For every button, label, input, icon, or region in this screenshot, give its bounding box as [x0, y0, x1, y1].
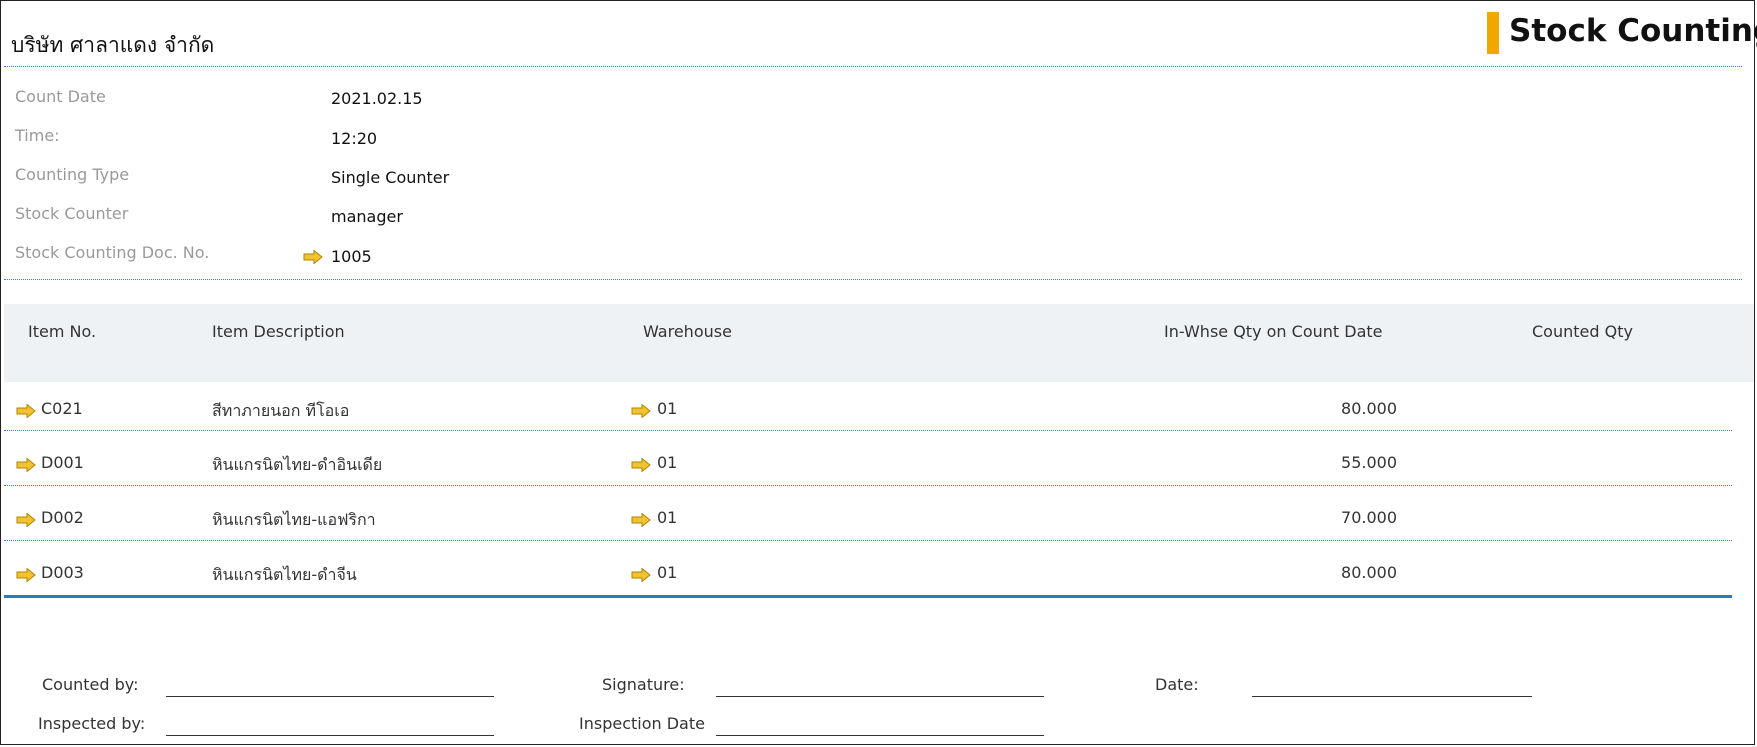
column-header-item-description: Item Description — [212, 322, 345, 341]
row-divider — [4, 430, 1732, 431]
stock-counter-value: manager — [331, 207, 403, 226]
counting-type-value: Single Counter — [331, 168, 450, 187]
inspected-by-label: Inspected by: — [38, 714, 146, 733]
column-header-in-whse-qty: In-Whse Qty on Count Date — [1164, 322, 1383, 341]
time-label: Time: — [15, 126, 60, 145]
warehouse[interactable]: 01 — [657, 453, 677, 472]
warehouse[interactable]: 01 — [657, 563, 677, 582]
row-divider — [4, 485, 1732, 486]
signature-line[interactable] — [716, 696, 1044, 697]
count-date-label: Count Date — [15, 87, 106, 106]
item-description: หินแกรนิตไทย-แอฟริกา — [212, 510, 376, 529]
count-date-value: 2021.02.15 — [331, 89, 423, 108]
doc-no-value[interactable]: 1005 — [331, 247, 372, 266]
in-whse-qty: 80.000 — [1341, 399, 1397, 418]
date-line[interactable] — [1252, 696, 1532, 697]
time-value: 12:20 — [331, 129, 378, 148]
company-name: บริษัท ศาลาแดง จำกัด — [11, 33, 215, 57]
link-arrow-icon[interactable] — [303, 250, 323, 264]
in-whse-qty: 55.000 — [1341, 453, 1397, 472]
counted-by-line[interactable] — [166, 696, 494, 697]
counting-type-label: Counting Type — [15, 165, 130, 184]
item-no[interactable]: D002 — [41, 508, 84, 527]
in-whse-qty: 80.000 — [1341, 563, 1397, 582]
column-header-item-no: Item No. — [28, 322, 97, 341]
table-bottom-rule — [4, 595, 1732, 598]
stock-counter-label: Stock Counter — [15, 204, 129, 223]
item-description: หินแกรนิตไทย-ดำอินเดีย — [212, 455, 383, 474]
inspection-date-label: Inspection Date — [579, 714, 705, 733]
column-header-warehouse: Warehouse — [643, 322, 732, 341]
warehouse[interactable]: 01 — [657, 399, 677, 418]
link-arrow-icon[interactable] — [631, 458, 651, 472]
item-description: สีทาภายนอก ทีโอเอ — [212, 401, 350, 420]
column-header-counted-qty: Counted Qty — [1532, 322, 1633, 341]
header-divider — [4, 66, 1742, 67]
link-arrow-icon[interactable] — [631, 568, 651, 582]
inspection-date-line[interactable] — [716, 735, 1044, 736]
item-no[interactable]: D001 — [41, 453, 84, 472]
doc-no-label: Stock Counting Doc. No. — [15, 243, 210, 262]
table-header — [4, 304, 1754, 382]
item-description: หินแกรนิตไทย-ดำจีน — [212, 565, 357, 584]
signature-label: Signature: — [602, 675, 685, 694]
date-label: Date: — [1155, 675, 1199, 694]
link-arrow-icon[interactable] — [16, 568, 36, 582]
link-arrow-icon[interactable] — [631, 404, 651, 418]
item-no[interactable]: D003 — [41, 563, 84, 582]
in-whse-qty: 70.000 — [1341, 508, 1397, 527]
title-accent-bar — [1487, 12, 1499, 54]
warehouse[interactable]: 01 — [657, 508, 677, 527]
stock-counting-document: บริษัท ศาลาแดง จำกัด Stock Counting Coun… — [0, 0, 1757, 745]
document-title: Stock Counting — [1509, 13, 1757, 49]
info-divider — [4, 279, 1742, 280]
link-arrow-icon[interactable] — [16, 513, 36, 527]
counted-by-label: Counted by: — [42, 675, 139, 694]
link-arrow-icon[interactable] — [16, 458, 36, 472]
link-arrow-icon[interactable] — [631, 513, 651, 527]
link-arrow-icon[interactable] — [16, 404, 36, 418]
item-no[interactable]: C021 — [41, 399, 83, 418]
row-divider — [4, 540, 1732, 541]
inspected-by-line[interactable] — [166, 735, 494, 736]
